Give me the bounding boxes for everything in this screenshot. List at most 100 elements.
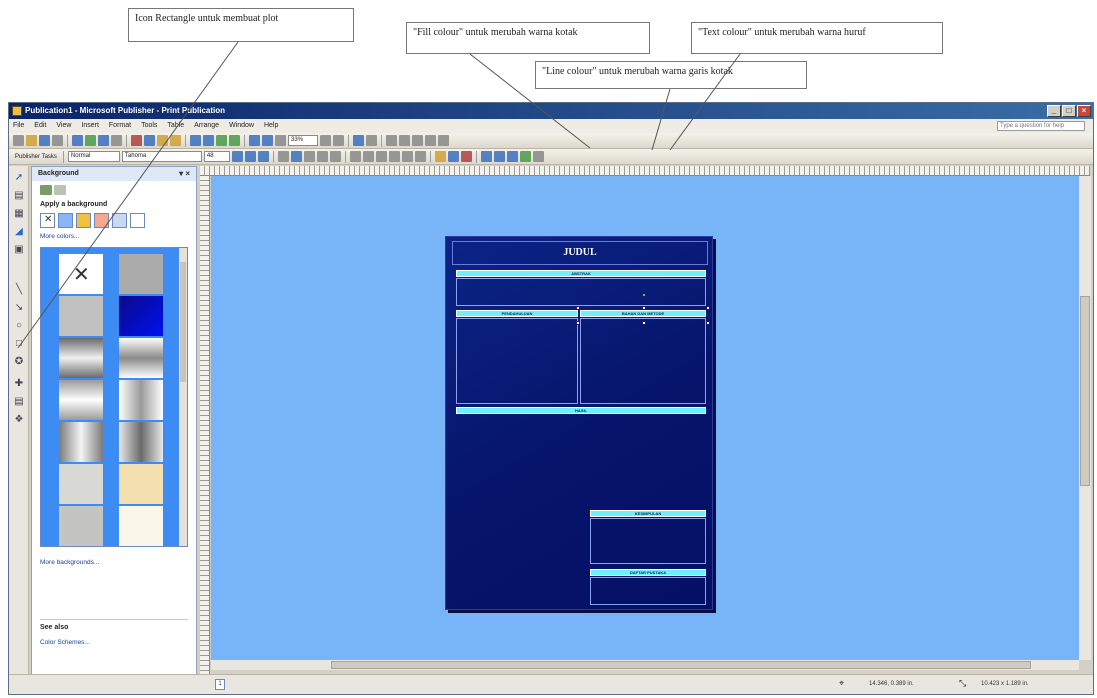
background-tile-none[interactable]: ✕ xyxy=(59,254,103,294)
fill-colour-icon[interactable] xyxy=(434,151,446,162)
grow-font-icon[interactable] xyxy=(401,151,413,162)
bullets-icon[interactable] xyxy=(362,151,374,162)
background-tile[interactable] xyxy=(59,422,103,462)
gallery-scrollbar[interactable] xyxy=(179,248,187,546)
align-right-icon[interactable] xyxy=(303,151,315,162)
vertical-scrollbar[interactable] xyxy=(1079,176,1091,660)
paste-icon[interactable] xyxy=(157,135,168,146)
background-tile[interactable] xyxy=(59,338,103,378)
menu-edit[interactable]: Edit xyxy=(34,119,46,133)
italic-icon[interactable] xyxy=(244,151,256,162)
section-header-methods[interactable]: BAHAN DAN METODE xyxy=(580,310,706,317)
special-characters-icon[interactable] xyxy=(275,135,286,146)
selection-handle[interactable] xyxy=(642,321,646,325)
poster-title[interactable]: JUDUL xyxy=(452,241,708,265)
rectangle-icon[interactable]: □ xyxy=(13,338,25,350)
background-tile[interactable] xyxy=(119,338,163,378)
font-size-select[interactable]: 48 xyxy=(203,151,230,162)
horizontal-ruler[interactable] xyxy=(200,166,1090,176)
selection-handle[interactable] xyxy=(642,306,646,310)
selection-handle[interactable] xyxy=(576,306,580,310)
zoom-in-icon[interactable] xyxy=(333,135,344,146)
background-tile[interactable] xyxy=(59,506,103,546)
line-style-icon[interactable] xyxy=(386,135,397,146)
swatch-color[interactable] xyxy=(112,213,127,228)
text-box-icon[interactable]: ▤ xyxy=(13,190,25,202)
references-box[interactable] xyxy=(590,577,706,605)
align-center-icon[interactable] xyxy=(290,151,302,162)
swatch-color[interactable] xyxy=(76,213,91,228)
new-icon[interactable] xyxy=(13,135,24,146)
maximize-button[interactable]: □ xyxy=(1062,105,1076,117)
send-to-back-icon[interactable] xyxy=(229,135,240,146)
help-icon[interactable] xyxy=(353,135,364,146)
more-colors-link[interactable]: More colors... xyxy=(40,233,79,240)
dash-icon[interactable] xyxy=(493,151,505,162)
align-left-icon[interactable] xyxy=(277,151,289,162)
redo-icon[interactable] xyxy=(203,135,214,146)
vertical-ruler[interactable] xyxy=(200,176,210,676)
section-header-abstract[interactable]: ABSTRAK xyxy=(456,270,706,277)
zoom-out-icon[interactable] xyxy=(320,135,331,146)
line-colour-icon[interactable] xyxy=(447,151,459,162)
menu-table[interactable]: Table xyxy=(167,119,184,133)
color-schemes-link[interactable]: Color Schemes... xyxy=(40,639,90,646)
increase-indent-icon[interactable] xyxy=(388,151,400,162)
dash-style-icon[interactable] xyxy=(399,135,410,146)
select-objects-icon[interactable]: ➚ xyxy=(13,172,25,184)
horizontal-scroll-thumb[interactable] xyxy=(331,661,1031,669)
text-colour-icon[interactable] xyxy=(460,151,472,162)
zoom-select[interactable]: 33% xyxy=(288,135,318,146)
style-select[interactable]: Normal xyxy=(67,151,120,162)
rows-icon[interactable] xyxy=(262,135,273,146)
format-painter-icon[interactable] xyxy=(170,135,181,146)
3d-icon[interactable] xyxy=(532,151,544,162)
swatch-color[interactable] xyxy=(94,213,109,228)
line-weight-icon[interactable] xyxy=(480,151,492,162)
arrow-style-icon[interactable] xyxy=(412,135,423,146)
background-tile[interactable] xyxy=(119,422,163,462)
insert-table-icon[interactable]: ▦ xyxy=(13,208,25,220)
menu-tools[interactable]: Tools xyxy=(141,119,157,133)
menu-arrange[interactable]: Arrange xyxy=(194,119,219,133)
selection-handle[interactable] xyxy=(576,321,580,325)
background-tile[interactable] xyxy=(59,296,103,336)
section-header-results[interactable]: HASIL xyxy=(456,407,706,414)
underline-icon[interactable] xyxy=(257,151,269,162)
poster-page[interactable]: JUDUL ABSTRAK PENDAHULUAN BAHAN DAN METO… xyxy=(445,236,713,610)
gallery-scroll-thumb[interactable] xyxy=(180,262,186,382)
methods-box[interactable] xyxy=(580,318,706,404)
background-tile[interactable] xyxy=(59,464,103,504)
shadow-icon[interactable] xyxy=(519,151,531,162)
design-gallery-icon[interactable]: ❖ xyxy=(13,414,25,426)
back-icon[interactable] xyxy=(40,185,52,195)
section-header-conclusion[interactable]: KESIMPULAN xyxy=(590,510,706,517)
intro-box[interactable] xyxy=(456,318,578,404)
publisher-tasks-button[interactable]: Publisher Tasks xyxy=(13,154,59,160)
minimize-button[interactable]: _ xyxy=(1047,105,1061,117)
selection-handle[interactable] xyxy=(706,321,710,325)
section-header-intro[interactable]: PENDAHULUAN xyxy=(456,310,578,317)
arrow-icon[interactable]: ↘ xyxy=(13,302,25,314)
section-header-references[interactable]: DAFTAR PUSTAKA xyxy=(590,569,706,576)
background-tile[interactable] xyxy=(119,464,163,504)
selection-handle[interactable] xyxy=(706,306,710,310)
justify-icon[interactable] xyxy=(316,151,328,162)
toolbar-options-icon[interactable] xyxy=(366,135,377,146)
background-tile[interactable] xyxy=(59,380,103,420)
autoshapes-icon[interactable]: ✪ xyxy=(13,356,25,368)
oval-icon[interactable]: ○ xyxy=(13,320,25,332)
font-select[interactable]: Tahoma xyxy=(121,151,202,162)
save-icon[interactable] xyxy=(39,135,50,146)
print-icon[interactable] xyxy=(72,135,83,146)
hot-spot-icon[interactable]: ✚ xyxy=(13,378,25,390)
decrease-indent-icon[interactable] xyxy=(375,151,387,162)
shrink-font-icon[interactable] xyxy=(414,151,426,162)
forward-icon[interactable] xyxy=(54,185,66,195)
menu-insert[interactable]: Insert xyxy=(81,119,99,133)
bold-icon[interactable] xyxy=(231,151,243,162)
swatch-color[interactable] xyxy=(58,213,73,228)
spelling-icon[interactable] xyxy=(98,135,109,146)
line-icon[interactable]: ╲ xyxy=(13,284,25,296)
rotate-handle[interactable] xyxy=(642,293,646,297)
